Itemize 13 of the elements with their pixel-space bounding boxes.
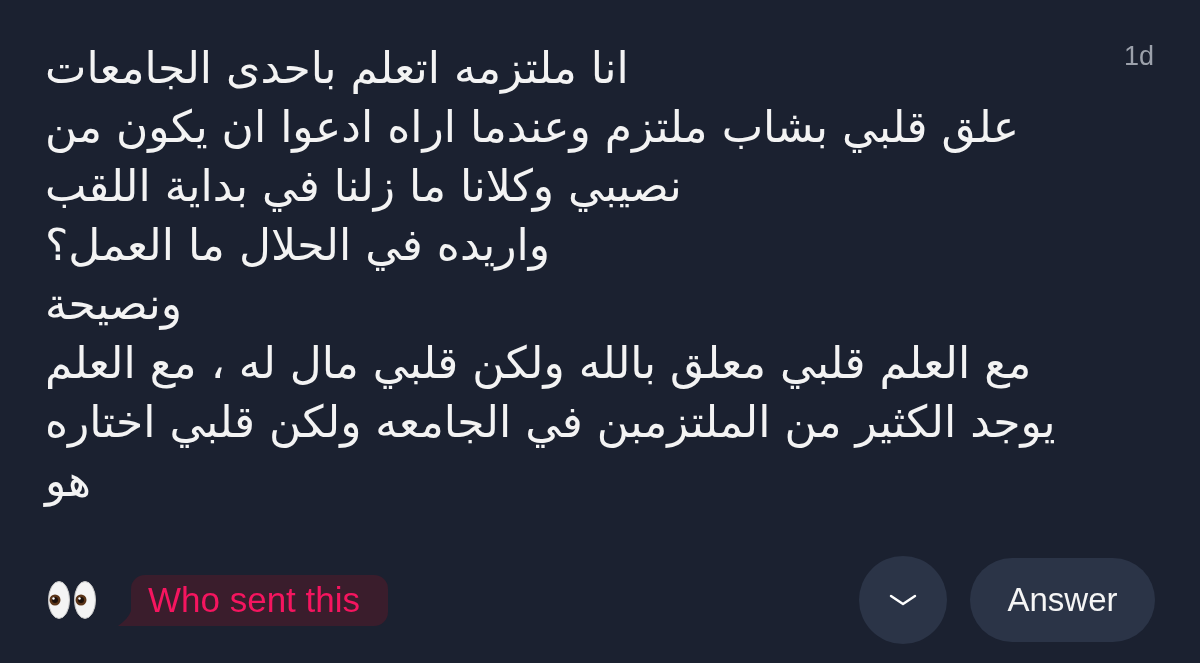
message-text-line: واريده في الحلال ما العمل؟ (45, 218, 550, 273)
message-text-line: علق قلبي بشاب ملتزم وعندما اراه ادعوا ان يكون من (45, 100, 1019, 155)
message-text-line: نصيبي وكلانا ما زلنا في بداية اللقب (45, 159, 682, 214)
eyes-icon (48, 581, 98, 619)
post-time: 1d (1123, 40, 1154, 72)
message-text-line: ونصيحة (45, 277, 182, 332)
message-text-line: مع العلم قلبي معلق بالله ولكن قلبي مال له ، مع العلم (45, 336, 1032, 391)
message-text-line: انا ملتزمه اتعلم باحدى الجامعات (45, 41, 629, 96)
message-text-line: هو (45, 454, 91, 509)
message-text-line: يوجد الكثير من الملتزمبن في الجامعه ولكن قلبي اختاره (45, 395, 1056, 450)
answer-button[interactable]: Answer (970, 558, 1155, 642)
chevron-down-icon (889, 594, 917, 606)
who-sent-this-button[interactable]: Who sent this (118, 574, 388, 626)
